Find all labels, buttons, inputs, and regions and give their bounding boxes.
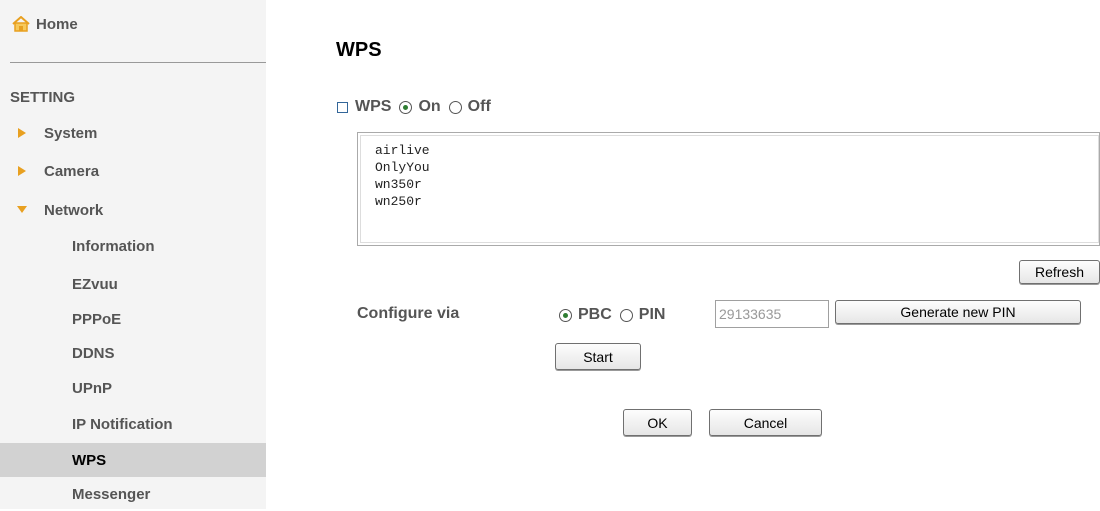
triangle-right-icon — [0, 166, 44, 176]
ssid-listbox-inner: airlive OnlyYou wn350r wn250r — [360, 135, 1099, 243]
refresh-button[interactable]: Refresh — [1019, 260, 1100, 284]
sidebar-subitem-ezvuu[interactable]: EZvuu — [0, 267, 266, 301]
pin-label: PIN — [638, 306, 666, 323]
sidebar-subitem-information[interactable]: Information — [0, 229, 266, 263]
ssid-listbox[interactable]: airlive OnlyYou wn350r wn250r — [357, 132, 1100, 246]
sidebar-item-camera[interactable]: Camera — [0, 158, 266, 184]
page-title: WPS — [336, 39, 382, 61]
start-button[interactable]: Start — [555, 343, 641, 370]
wps-on-label: On — [418, 98, 441, 115]
triangle-down-icon — [0, 206, 44, 214]
section-title-setting: SETTING — [10, 89, 76, 106]
sidebar-subitem-upnp[interactable]: UPnP — [0, 371, 266, 405]
wps-checkbox[interactable] — [337, 101, 348, 113]
wps-toggle-row: WPS On Off — [337, 97, 491, 117]
pbc-radio[interactable] — [559, 308, 572, 322]
sidebar-item-label: System — [44, 124, 98, 142]
sidebar-item-network[interactable]: Network — [0, 197, 266, 223]
wps-off-label: Off — [467, 98, 491, 115]
sidebar-subitem-messenger[interactable]: Messenger — [0, 477, 266, 511]
list-item[interactable]: airlive — [375, 142, 1098, 159]
sidebar-subitem-pppoe[interactable]: PPPoE — [0, 302, 266, 336]
sidebar-subitem-label: DDNS — [72, 344, 115, 362]
configure-method-row: PBC PIN — [555, 305, 665, 325]
list-item[interactable]: OnlyYou — [375, 159, 1098, 176]
sidebar-subitem-wps[interactable]: WPS — [0, 443, 266, 477]
sidebar-divider — [10, 62, 266, 63]
sidebar-subitem-label: UPnP — [72, 379, 113, 397]
home-icon — [12, 16, 30, 32]
sidebar-subitem-label: EZvuu — [72, 275, 118, 293]
wps-on-radio[interactable] — [399, 100, 413, 114]
configure-via-label: Configure via — [357, 305, 460, 322]
ssid-list: airlive OnlyYou wn350r wn250r — [361, 136, 1098, 210]
triangle-right-icon — [0, 128, 44, 138]
pin-input[interactable] — [715, 300, 829, 328]
sidebar-subitem-ip-notification[interactable]: IP Notification — [0, 407, 266, 441]
sidebar: Home SETTING System Camera Network Infor… — [0, 0, 266, 509]
sidebar-item-label: Network — [44, 201, 104, 219]
generate-new-pin-button[interactable]: Generate new PIN — [835, 300, 1081, 324]
sidebar-subitem-label: Messenger — [72, 485, 151, 503]
sidebar-subitem-ddns[interactable]: DDNS — [0, 336, 266, 370]
sidebar-subitem-label: Information — [72, 237, 155, 255]
sidebar-subitem-label: WPS — [72, 451, 107, 469]
home-link[interactable]: Home — [12, 13, 78, 35]
home-label: Home — [36, 15, 78, 33]
sidebar-item-system[interactable]: System — [0, 120, 266, 146]
sidebar-subitem-label: PPPoE — [72, 310, 122, 328]
sidebar-item-label: Camera — [44, 162, 100, 180]
pbc-label: PBC — [578, 306, 612, 323]
wps-label: WPS — [355, 98, 392, 115]
wps-off-radio[interactable] — [448, 100, 462, 114]
ok-button[interactable]: OK — [623, 409, 692, 436]
list-item[interactable]: wn250r — [375, 193, 1098, 210]
sidebar-subitem-label: IP Notification — [72, 415, 173, 433]
list-item[interactable]: wn350r — [375, 176, 1098, 193]
cancel-button[interactable]: Cancel — [709, 409, 822, 436]
pin-radio[interactable] — [619, 308, 633, 322]
